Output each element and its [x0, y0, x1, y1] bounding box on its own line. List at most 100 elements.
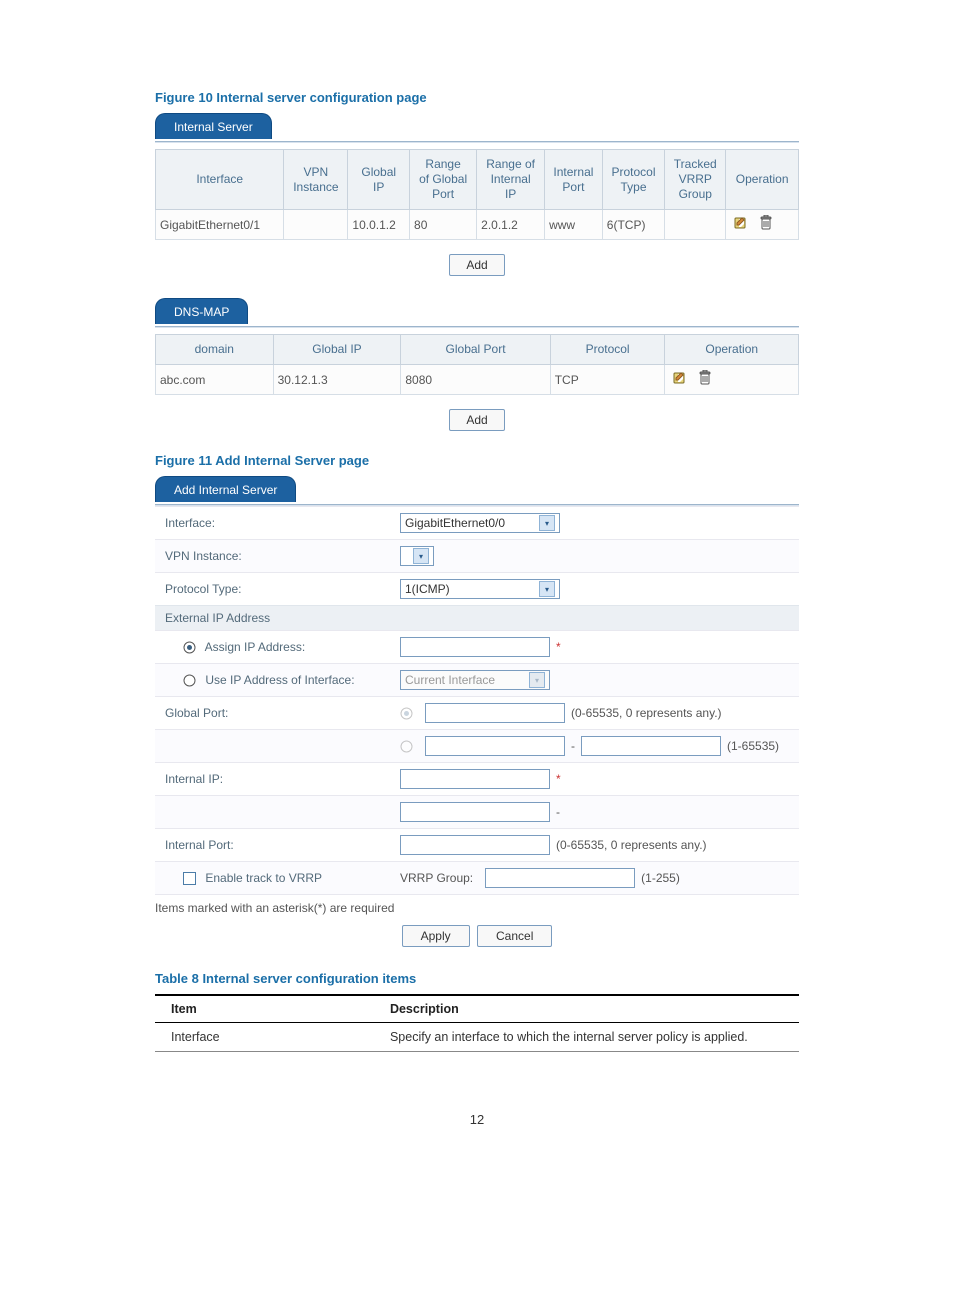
protocol-select[interactable]: 1(ICMP) ▾ — [400, 579, 560, 599]
col-item: Item — [155, 995, 374, 1023]
table-row: GigabitEthernet0/1 10.0.1.2 80 2.0.1.2 w… — [156, 210, 799, 240]
col-description: Description — [374, 995, 799, 1023]
iport-hint: (0-65535, 0 represents any.) — [556, 838, 707, 852]
add-internal-server-form: Interface: GigabitEthernet0/0 ▾ VPN Inst… — [155, 506, 799, 895]
col-operation: Operation — [726, 150, 799, 210]
vrrp-enable-checkbox[interactable] — [183, 872, 196, 885]
use-if-ip-text: Use IP Address of Interface: — [205, 673, 354, 687]
table8-caption: Table 8 Internal server configuration it… — [155, 971, 799, 986]
dns-map-table: domain Global IP Global Port Protocol Op… — [155, 334, 799, 395]
gport-radio-2[interactable] — [400, 740, 413, 753]
vpn-select[interactable]: ▾ — [400, 546, 434, 566]
tab-add-internal-server[interactable]: Add Internal Server — [155, 476, 296, 502]
dns-map-tab: DNS-MAP — [155, 298, 799, 324]
interface-label: Interface: — [165, 516, 400, 530]
add-button-dns[interactable]: Add — [449, 409, 504, 431]
col-global-ip: Global IP — [348, 150, 410, 210]
cell-proto: 6(TCP) — [602, 210, 664, 240]
interface-value: GigabitEthernet0/0 — [405, 516, 535, 530]
cell-gport: 8080 — [401, 365, 550, 395]
cell-domain: abc.com — [156, 365, 274, 395]
chevron-down-icon: ▾ — [529, 672, 545, 688]
figure10-caption: Figure 10 Internal server configuration … — [155, 90, 799, 105]
table-row: abc.com 30.12.1.3 8080 TCP — [156, 365, 799, 395]
gport-label: Global Port: — [165, 706, 400, 720]
use-if-ip-radio[interactable] — [183, 674, 196, 687]
proto-label: Protocol Type: — [165, 582, 400, 596]
cell-vrrp — [665, 210, 726, 240]
vrrp-group-label: VRRP Group: — [400, 871, 473, 885]
use-if-ip-select: Current Interface ▾ — [400, 670, 550, 690]
table-row: Interface Specify an interface to which … — [155, 1023, 799, 1052]
form-required-note: Items marked with an asterisk(*) are req… — [155, 895, 799, 917]
gport-hint-1: (0-65535, 0 represents any.) — [571, 706, 722, 720]
cell-proto: TCP — [550, 365, 665, 395]
vrrp-group-input[interactable] — [485, 868, 635, 888]
col-protocol-type: Protocol Type — [602, 150, 664, 210]
col-tracked-vrrp: Tracked VRRP Group — [665, 150, 726, 210]
cancel-button[interactable]: Cancel — [477, 925, 552, 947]
internal-ip-input[interactable] — [400, 769, 550, 789]
cell-gip: 30.12.1.3 — [273, 365, 401, 395]
config-items-table: Item Description Interface Specify an in… — [155, 994, 799, 1052]
add-button[interactable]: Add — [449, 254, 504, 276]
assign-ip-input[interactable] — [400, 637, 550, 657]
chevron-down-icon: ▾ — [539, 581, 555, 597]
internal-server-tab: Internal Server — [155, 113, 799, 139]
col-domain: domain — [156, 335, 274, 365]
gport-input-2b[interactable] — [581, 736, 721, 756]
use-if-ip-value: Current Interface — [405, 673, 525, 687]
tab-divider — [155, 326, 799, 328]
trash-icon[interactable] — [698, 370, 712, 389]
col-range-internal-ip: Range of Internal IP — [477, 150, 545, 210]
chevron-down-icon: ▾ — [413, 548, 429, 564]
cell-rgport: 80 — [410, 210, 477, 240]
iip-label: Internal IP: — [165, 772, 400, 786]
external-ip-heading: External IP Address — [155, 605, 799, 630]
cell-iport: www — [545, 210, 603, 240]
figure11-caption: Figure 11 Add Internal Server page — [155, 453, 799, 468]
chevron-down-icon: ▾ — [539, 515, 555, 531]
vrrp-enable-text: Enable track to VRRP — [205, 871, 322, 885]
vrrp-hint: (1-255) — [641, 871, 680, 885]
assign-ip-radio[interactable] — [183, 641, 196, 654]
apply-button[interactable]: Apply — [402, 925, 470, 947]
range-dash: - — [571, 739, 575, 753]
tab-dns-map[interactable]: DNS-MAP — [155, 298, 248, 324]
assign-ip-text: Assign IP Address: — [205, 640, 306, 654]
col-vpn: VPN Instance — [284, 150, 348, 210]
vpn-label: VPN Instance: — [165, 549, 400, 563]
use-if-ip-label: Use IP Address of Interface: — [165, 673, 400, 687]
internal-ip-input-2[interactable] — [400, 802, 550, 822]
gport-radio-1[interactable] — [400, 707, 413, 720]
cell-vpn — [284, 210, 348, 240]
gport-hint-2: (1-65535) — [727, 739, 779, 753]
edit-icon[interactable] — [733, 215, 749, 234]
gport-input-1[interactable] — [425, 703, 565, 723]
col-protocol: Protocol — [550, 335, 665, 365]
internal-port-input[interactable] — [400, 835, 550, 855]
cell-desc: Specify an interface to which the intern… — [374, 1023, 799, 1052]
required-star: * — [556, 640, 561, 654]
interface-select[interactable]: GigabitEthernet0/0 ▾ — [400, 513, 560, 533]
required-star: * — [556, 772, 561, 786]
col-range-global-port: Range of Global Port — [410, 150, 477, 210]
range-dash: - — [556, 805, 560, 819]
col-global-ip: Global IP — [273, 335, 401, 365]
col-operation: Operation — [665, 335, 799, 365]
add-internal-server-tab: Add Internal Server — [155, 476, 799, 502]
iport-label: Internal Port: — [165, 838, 400, 852]
col-internal-port: Internal Port — [545, 150, 603, 210]
edit-icon[interactable] — [672, 370, 688, 389]
trash-icon[interactable] — [759, 215, 773, 234]
cell-riip: 2.0.1.2 — [477, 210, 545, 240]
page-number: 12 — [155, 1112, 799, 1127]
vrrp-enable-label: Enable track to VRRP — [165, 871, 400, 885]
gport-input-2a[interactable] — [425, 736, 565, 756]
col-interface: Interface — [156, 150, 284, 210]
col-global-port: Global Port — [401, 335, 550, 365]
assign-ip-label: Assign IP Address: — [165, 640, 400, 654]
proto-value: 1(ICMP) — [405, 582, 535, 596]
tab-internal-server[interactable]: Internal Server — [155, 113, 272, 139]
cell-interface: GigabitEthernet0/1 — [156, 210, 284, 240]
